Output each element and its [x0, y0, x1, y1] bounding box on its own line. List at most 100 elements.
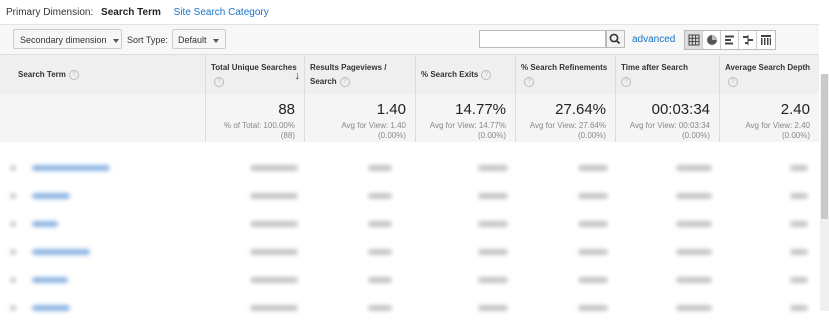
column-header-time-after-search[interactable]: Time after Search? [615, 55, 719, 94]
search-term-link-blurred[interactable] [32, 277, 68, 283]
metric-value-blurred [676, 165, 712, 171]
pie-view-button[interactable] [703, 31, 721, 49]
time-after-search-cell: 00:03:34 Avg for View: 00:03:34 (0.00%) [615, 94, 719, 142]
column-label: % Search Exits [421, 70, 479, 79]
help-icon[interactable]: ? [214, 76, 224, 87]
help-icon[interactable]: ? [68, 69, 79, 80]
avg-for-view-delta: (0.00%) [781, 131, 810, 140]
metric-value-blurred [790, 249, 808, 255]
search-icon [609, 33, 621, 45]
help-icon[interactable]: ? [481, 69, 492, 80]
help-icon[interactable]: ? [621, 76, 631, 87]
total-percent-value: (88) [280, 131, 295, 140]
avg-for-view-label: Avg for View: 14.77% [429, 121, 506, 130]
primary-dimension-label: Primary Dimension: [6, 7, 94, 18]
table-row [0, 266, 819, 294]
search-term-link-blurred[interactable] [32, 305, 70, 311]
table-view-icon [688, 34, 699, 46]
metric-value-blurred [478, 193, 508, 199]
search-button[interactable] [606, 30, 625, 48]
secondary-dimension-dropdown[interactable]: Secondary dimension [13, 29, 122, 49]
help-icon[interactable]: ? [728, 76, 738, 87]
table-search-input[interactable] [479, 30, 606, 48]
sort-type-dropdown[interactable]: Default [172, 29, 226, 49]
column-header-search-refinements[interactable]: % Search Refinements? [515, 55, 615, 94]
advanced-filter-link[interactable]: advanced [632, 34, 675, 45]
column-header-search-exits[interactable]: % Search Exits? [415, 55, 515, 94]
search-term-link-blurred[interactable] [32, 221, 58, 227]
metric-value-blurred [578, 305, 608, 311]
row-index-blurred [10, 249, 16, 255]
comparison-view-button[interactable] [739, 31, 757, 49]
metric-value-blurred [368, 277, 392, 283]
help-icon[interactable]: ? [524, 76, 534, 87]
metric-value-blurred [676, 221, 712, 227]
metric-value-blurred [368, 249, 392, 255]
primary-dimension-site-search-category[interactable]: Site Search Category [174, 7, 269, 18]
sort-type-label: Sort Type: [127, 35, 168, 45]
row-index-blurred [10, 165, 16, 171]
column-label: Search Term [18, 70, 66, 79]
secondary-dimension-label: Secondary dimension [20, 35, 107, 45]
metric-value-blurred [478, 277, 508, 283]
metric-value-blurred [790, 165, 808, 171]
search-refinements-cell: 27.64% Avg for View: 27.64% (0.00%) [515, 94, 615, 142]
primary-dimension-bar: Primary Dimension: Search Term Site Sear… [6, 7, 269, 18]
average-search-depth-cell: 2.40 Avg for View: 2.40 (0.00%) [719, 94, 819, 142]
search-term-link-blurred[interactable] [32, 165, 110, 171]
avg-for-view-label: Avg for View: 1.40 [341, 121, 406, 130]
total-value: 14.77% [455, 101, 506, 118]
metric-value-blurred [250, 193, 298, 199]
view-switcher [684, 30, 776, 50]
primary-dimension-search-term[interactable]: Search Term [101, 7, 161, 18]
metric-value-blurred [578, 249, 608, 255]
results-pageviews-cell: 1.40 Avg for View: 1.40 (0.00%) [304, 94, 415, 142]
column-header-total-unique-searches[interactable]: Total Unique Searches? ↓ [205, 55, 304, 94]
column-header-average-search-depth[interactable]: Average Search Depth? [719, 55, 819, 94]
chevron-down-icon [112, 38, 119, 43]
metric-value-blurred [368, 221, 392, 227]
help-icon[interactable]: ? [339, 76, 350, 87]
metric-value-blurred [790, 277, 808, 283]
comparison-view-icon [742, 35, 753, 45]
metric-value-blurred [250, 165, 298, 171]
metric-value-blurred [676, 193, 712, 199]
column-label: % Search Refinements [521, 63, 608, 72]
total-unique-searches-cell: 88 % of Total: 100.00% (88) [205, 94, 304, 142]
vertical-scrollbar-thumb[interactable] [821, 74, 828, 219]
total-value: 1.40 [376, 101, 406, 118]
pivot-view-button[interactable] [757, 31, 775, 49]
table-row [0, 154, 819, 182]
table-row [0, 294, 819, 322]
total-percent-label: % of Total: 100.00% [223, 121, 295, 130]
metric-value-blurred [578, 277, 608, 283]
table-row [0, 238, 819, 266]
bar-view-button[interactable] [721, 31, 739, 49]
avg-for-view-delta: (0.00%) [681, 131, 710, 140]
avg-for-view-delta: (0.00%) [577, 131, 606, 140]
row-index-blurred [10, 305, 16, 311]
metric-value-blurred [578, 165, 608, 171]
avg-for-view-delta: (0.00%) [477, 131, 506, 140]
search-exits-cell: 14.77% Avg for View: 14.77% (0.00%) [415, 94, 515, 142]
pie-view-icon [706, 35, 717, 45]
totals-row: 88 % of Total: 100.00% (88) 1.40 Avg for… [0, 94, 819, 142]
row-index-blurred [10, 193, 16, 199]
search-term-link-blurred[interactable] [32, 193, 70, 199]
sort-type-value: Default [178, 35, 207, 45]
column-label: Total Unique Searches [211, 63, 297, 72]
metric-value-blurred [478, 221, 508, 227]
metric-value-blurred [478, 165, 508, 171]
table-view-button[interactable] [685, 31, 703, 49]
chevron-down-icon [212, 38, 219, 43]
row-index-blurred [10, 221, 16, 227]
search-term-link-blurred[interactable] [32, 249, 90, 255]
table-row [0, 210, 819, 238]
column-header-results-pageviews-per-search[interactable]: Results Pageviews / Search? [304, 55, 415, 94]
metric-value-blurred [676, 305, 712, 311]
avg-for-view-label: Avg for View: 27.64% [529, 121, 606, 130]
metric-value-blurred [478, 249, 508, 255]
total-value: 88 [278, 101, 295, 118]
column-header-search-term[interactable]: Search Term? [0, 55, 205, 94]
row-index-blurred [10, 277, 16, 283]
